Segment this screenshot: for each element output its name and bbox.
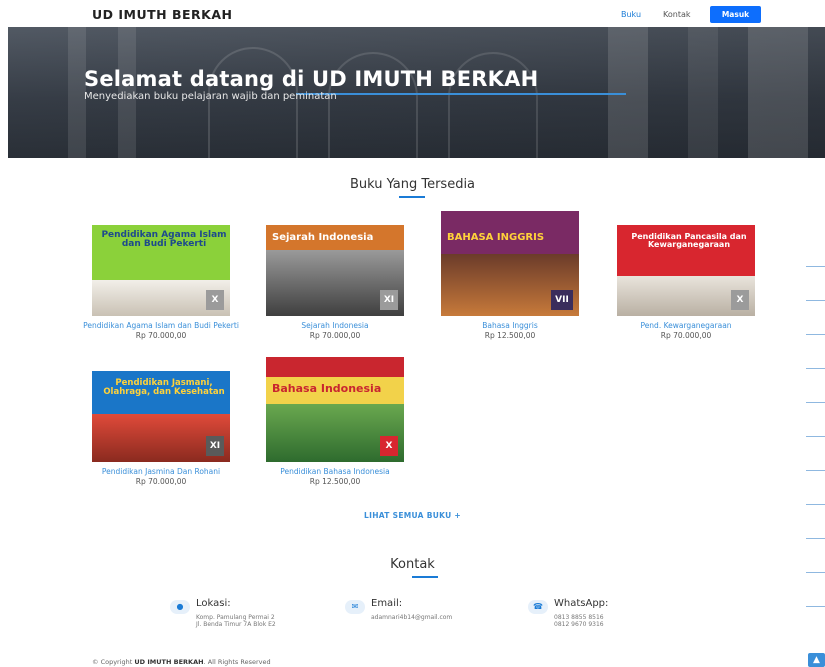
cover-header	[617, 211, 755, 225]
see-all-books-link[interactable]: LIHAT SEMUA BUKU +	[0, 511, 825, 520]
edge-marker	[806, 300, 825, 301]
book-cover[interactable]: Pendidikan Pancasila dan Kewarganegaraan…	[617, 211, 755, 316]
cover-class-badge: X	[731, 290, 749, 310]
books-section-title: Buku Yang Tersedia	[349, 177, 476, 192]
hero-underline	[296, 93, 626, 95]
book-card[interactable]: BAHASA INGGRIS VII Bahasa Inggris Rp 12.…	[430, 211, 590, 340]
cover-title: Bahasa Indonesia	[272, 382, 382, 395]
books-title-underline	[399, 196, 425, 198]
nav-kontak[interactable]: Kontak	[663, 10, 690, 19]
edge-marker	[806, 606, 825, 607]
book-cover[interactable]: Sejarah Indonesia XI	[266, 211, 404, 316]
book-cover[interactable]: Pendidikan Jasmani, Olahraga, dan Keseha…	[92, 357, 230, 462]
contact-detail: Jl. Benda Timur 7A Blok E2	[196, 621, 276, 628]
cover-title: Sejarah Indonesia	[272, 232, 374, 243]
cover-header	[266, 357, 404, 377]
cover-header	[266, 211, 404, 225]
login-button[interactable]: Masuk	[710, 6, 761, 23]
brand-logo[interactable]: UD IMUTH BERKAH	[92, 7, 232, 22]
cover-header	[92, 357, 230, 371]
cover-class-badge: XI	[206, 436, 224, 456]
contact-label: Email:	[371, 598, 403, 609]
book-cover[interactable]: Pendidikan Agama Islam dan Budi Pekerti …	[92, 211, 230, 316]
book-card[interactable]: Pendidikan Jasmani, Olahraga, dan Keseha…	[81, 357, 241, 486]
contact-detail[interactable]: 0812 9670 9316	[554, 621, 604, 628]
contact-detail: Komp. Pamulang Permai 2	[196, 614, 275, 621]
edge-marker	[806, 538, 825, 539]
book-card[interactable]: Bahasa Indonesia X Pendidikan Bahasa Ind…	[255, 357, 415, 486]
footer-prefix: © Copyright	[92, 658, 133, 666]
cover-title: Pendidikan Jasmani, Olahraga, dan Keseha…	[103, 378, 225, 397]
nav-buku[interactable]: Buku	[621, 10, 641, 19]
edge-marker	[806, 436, 825, 437]
book-price: Rp 12.500,00	[484, 331, 536, 340]
chevron-up-icon[interactable]: ▲	[808, 653, 825, 667]
contact-label: WhatsApp:	[554, 598, 609, 609]
hero-banner: Selamat datang di UD IMUTH BERKAH Menyed…	[8, 27, 825, 158]
contact-detail[interactable]: adamnari4b14@gmail.com	[371, 614, 452, 621]
contact-detail[interactable]: 0813 8855 8516	[554, 614, 604, 621]
footer-suffix: . All Rights Reserved	[203, 658, 271, 666]
cover-class-badge: VII	[551, 290, 573, 310]
cover-title: Pendidikan Agama Islam dan Budi Pekerti	[101, 230, 227, 250]
edge-marker	[806, 504, 825, 505]
map-pin-icon: ●	[170, 600, 190, 614]
book-card[interactable]: Pendidikan Pancasila dan Kewarganegaraan…	[606, 211, 766, 340]
book-price: Rp 70.000,00	[660, 331, 712, 340]
edge-marker	[806, 334, 825, 335]
cover-title: Pendidikan Pancasila dan Kewarganegaraan	[631, 232, 747, 250]
book-price: Rp 70.000,00	[135, 477, 187, 486]
book-price: Rp 70.000,00	[309, 331, 361, 340]
page-edge-markers	[806, 266, 825, 640]
book-cover[interactable]: Bahasa Indonesia X	[266, 357, 404, 462]
edge-marker	[806, 266, 825, 267]
cover-class-badge: X	[206, 290, 224, 310]
book-title-link[interactable]: Pendidikan Bahasa Indonesia	[255, 468, 415, 476]
edge-marker	[806, 402, 825, 403]
book-title-link[interactable]: Pendidikan Jasmina Dan Rohani	[81, 468, 241, 476]
edge-marker	[806, 572, 825, 573]
phone-icon: ☎	[528, 600, 548, 614]
book-title-link[interactable]: Pend. Kewarganegaraan	[606, 322, 766, 330]
book-card[interactable]: Sejarah Indonesia XI Sejarah Indonesia R…	[255, 211, 415, 340]
hero-subtitle: Menyediakan buku pelajaran wajib dan pem…	[84, 91, 337, 102]
book-title-link[interactable]: Bahasa Inggris	[430, 322, 590, 330]
footer-brand: UD IMUTH BERKAH	[134, 658, 204, 666]
contact-section-title: Kontak	[390, 557, 435, 572]
edge-marker	[806, 368, 825, 369]
cover-class-badge: X	[380, 436, 398, 456]
envelope-icon: ✉	[345, 600, 365, 614]
hero-title: Selamat datang di UD IMUTH BERKAH	[84, 67, 539, 91]
site-header: UD IMUTH BERKAH Buku Kontak Masuk	[0, 0, 825, 27]
book-title-link[interactable]: Pendidikan Agama Islam dan Budi Pekerti	[81, 322, 241, 330]
book-title-link[interactable]: Sejarah Indonesia	[255, 322, 415, 330]
book-price: Rp 70.000,00	[135, 331, 187, 340]
edge-marker	[806, 470, 825, 471]
book-card[interactable]: Pendidikan Agama Islam dan Budi Pekerti …	[81, 211, 241, 340]
book-cover[interactable]: BAHASA INGGRIS VII	[441, 211, 579, 316]
contact-title-underline	[412, 576, 438, 578]
book-price: Rp 12.500,00	[309, 477, 361, 486]
footer-copyright: © Copyright UD IMUTH BERKAH. All Rights …	[92, 658, 271, 666]
cover-title: BAHASA INGGRIS	[447, 232, 545, 243]
cover-class-badge: XI	[380, 290, 398, 310]
cover-header	[92, 211, 230, 225]
contact-label: Lokasi:	[196, 598, 231, 609]
